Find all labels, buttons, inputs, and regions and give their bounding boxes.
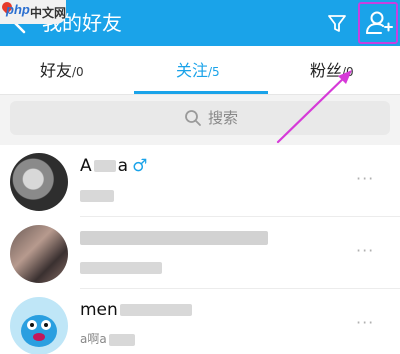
- avatar: [10, 225, 68, 283]
- contact-subtitle: a啊a: [80, 331, 135, 347]
- contact-name: Aa ♂: [80, 155, 147, 177]
- contact-name-text: A: [80, 156, 92, 176]
- tab-following-count: /5: [208, 65, 220, 79]
- redacted-text: [80, 231, 268, 245]
- male-icon: ♂: [132, 156, 148, 176]
- tab-friends[interactable]: 好友/0: [40, 46, 84, 94]
- list-item[interactable]: men a啊a ···: [0, 289, 400, 354]
- avatar: [10, 153, 68, 211]
- logo-php-text: php: [6, 2, 30, 17]
- annotation-highlight-box: [358, 2, 398, 44]
- cartoon-avatar-icon: [21, 315, 57, 347]
- contact-name: men: [80, 299, 192, 321]
- contact-name-suffix: a: [117, 156, 129, 176]
- tab-following[interactable]: 关注/5: [176, 46, 220, 94]
- redacted-text: [80, 189, 114, 202]
- search-placeholder: 搜索: [208, 109, 239, 127]
- filter-icon[interactable]: [326, 12, 348, 34]
- more-icon[interactable]: ···: [356, 169, 374, 188]
- redacted-text: [119, 304, 192, 316]
- list-item[interactable]: Aa ♂ ···: [0, 145, 400, 217]
- php-logo: php 中文网: [0, 0, 66, 24]
- contact-subtitle: [80, 259, 162, 275]
- more-icon[interactable]: ···: [356, 313, 374, 332]
- logo-cn-text: 中文网: [30, 6, 67, 20]
- redacted-text: [80, 261, 162, 274]
- tab-friends-count: /0: [72, 65, 84, 79]
- tab-following-label: 关注: [176, 61, 209, 80]
- tab-friends-label: 好友: [40, 61, 73, 80]
- search-icon: [185, 110, 201, 126]
- redacted-text: [93, 160, 116, 172]
- contact-subtitle: [80, 187, 114, 203]
- redacted-text: [108, 333, 135, 346]
- annotation-arrow: [276, 70, 352, 144]
- contact-subtitle-text: a啊a: [80, 332, 107, 346]
- more-icon[interactable]: ···: [356, 241, 374, 260]
- contact-name-text: men: [80, 300, 118, 320]
- contact-name: [80, 227, 268, 249]
- list-item[interactable]: ···: [0, 217, 400, 289]
- avatar: [10, 297, 68, 354]
